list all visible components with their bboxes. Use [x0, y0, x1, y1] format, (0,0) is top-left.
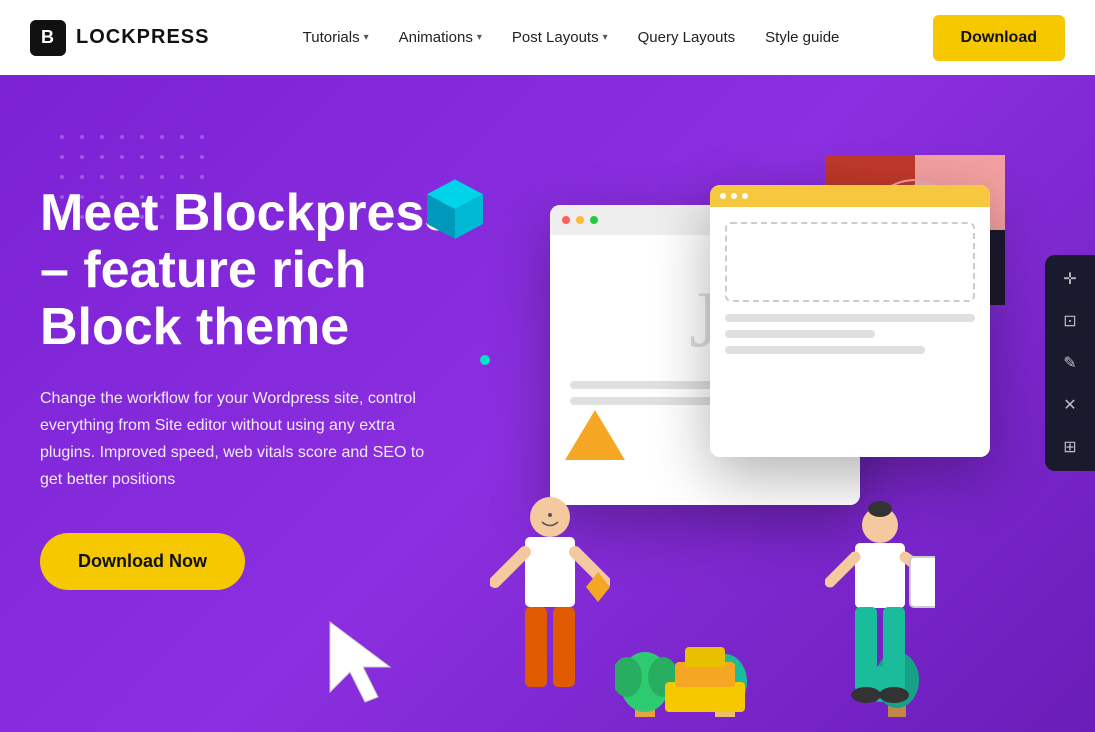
side-toolbar: ✛ ⊡ ✎ ✕ ⊞: [1045, 255, 1095, 471]
logo[interactable]: B LOCKPRESS: [30, 20, 209, 56]
nav-item-query-layouts[interactable]: Query Layouts: [638, 29, 736, 46]
content-line: [725, 330, 875, 338]
content-line: [725, 314, 975, 322]
hero-illustration: J: [470, 125, 1055, 732]
hero-section: const dp = document.currentScript.parent…: [0, 75, 1095, 732]
cursor-arrow-decoration: [320, 612, 410, 702]
toolbar-close-icon[interactable]: ✕: [1059, 391, 1080, 419]
logo-text: LOCKPRESS: [76, 26, 209, 49]
nav-download-button[interactable]: Download: [933, 15, 1065, 61]
chevron-down-icon: ▾: [477, 32, 482, 43]
hero-title: Meet Blockpress – feature rich Block the…: [40, 185, 470, 357]
browser-dot-1: [720, 193, 726, 199]
nav-links: Tutorials ▾ Animations ▾ Post Layouts ▾ …: [303, 29, 840, 46]
nav-link-tutorials[interactable]: Tutorials ▾: [303, 29, 369, 46]
browser-dot-green: [590, 216, 598, 224]
browser-dot-yellow: [576, 216, 584, 224]
logo-icon: B: [30, 20, 66, 56]
browser-dot-2: [731, 193, 737, 199]
teal-dot-decoration: [480, 355, 490, 365]
content-line: [725, 346, 925, 354]
browser-content-secondary: [710, 207, 990, 457]
toolbar-cursor-icon[interactable]: ✛: [1059, 265, 1080, 293]
orange-shape: [565, 410, 625, 465]
browser-titlebar-2: [710, 185, 990, 207]
download-now-button[interactable]: Download Now: [40, 533, 245, 590]
person-left-illustration: [490, 487, 610, 712]
nav-link-style-guide[interactable]: Style guide: [765, 29, 839, 46]
hero-description: Change the workflow for your Wordpress s…: [40, 385, 430, 494]
navbar: B LOCKPRESS Tutorials ▾ Animations ▾ Pos…: [0, 0, 1095, 75]
browser-dot-3: [742, 193, 748, 199]
nav-link-animations[interactable]: Animations ▾: [399, 29, 482, 46]
nav-item-post-layouts[interactable]: Post Layouts ▾: [512, 29, 608, 46]
secondary-browser-window: [710, 185, 990, 457]
toolbar-edit-icon[interactable]: ✎: [1059, 349, 1080, 377]
nav-link-query-layouts[interactable]: Query Layouts: [638, 29, 736, 46]
content-line: [570, 397, 732, 405]
person-right-illustration: [825, 497, 935, 712]
browser-dot-red: [562, 216, 570, 224]
nav-item-style-guide[interactable]: Style guide: [765, 29, 839, 46]
3d-cube-decoration: [420, 175, 490, 245]
dashed-placeholder-box: [725, 222, 975, 302]
stacked-boxes-decoration: [665, 642, 745, 717]
nav-item-animations[interactable]: Animations ▾: [399, 29, 482, 46]
chevron-down-icon: ▾: [364, 32, 369, 43]
nav-item-tutorials[interactable]: Tutorials ▾: [303, 29, 369, 46]
nav-link-post-layouts[interactable]: Post Layouts ▾: [512, 29, 608, 46]
chevron-down-icon: ▾: [603, 32, 608, 43]
toolbar-frame-icon[interactable]: ⊡: [1059, 307, 1080, 335]
hero-content-left: Meet Blockpress – feature rich Block the…: [40, 125, 470, 590]
toolbar-grid-icon[interactable]: ⊞: [1059, 433, 1080, 461]
